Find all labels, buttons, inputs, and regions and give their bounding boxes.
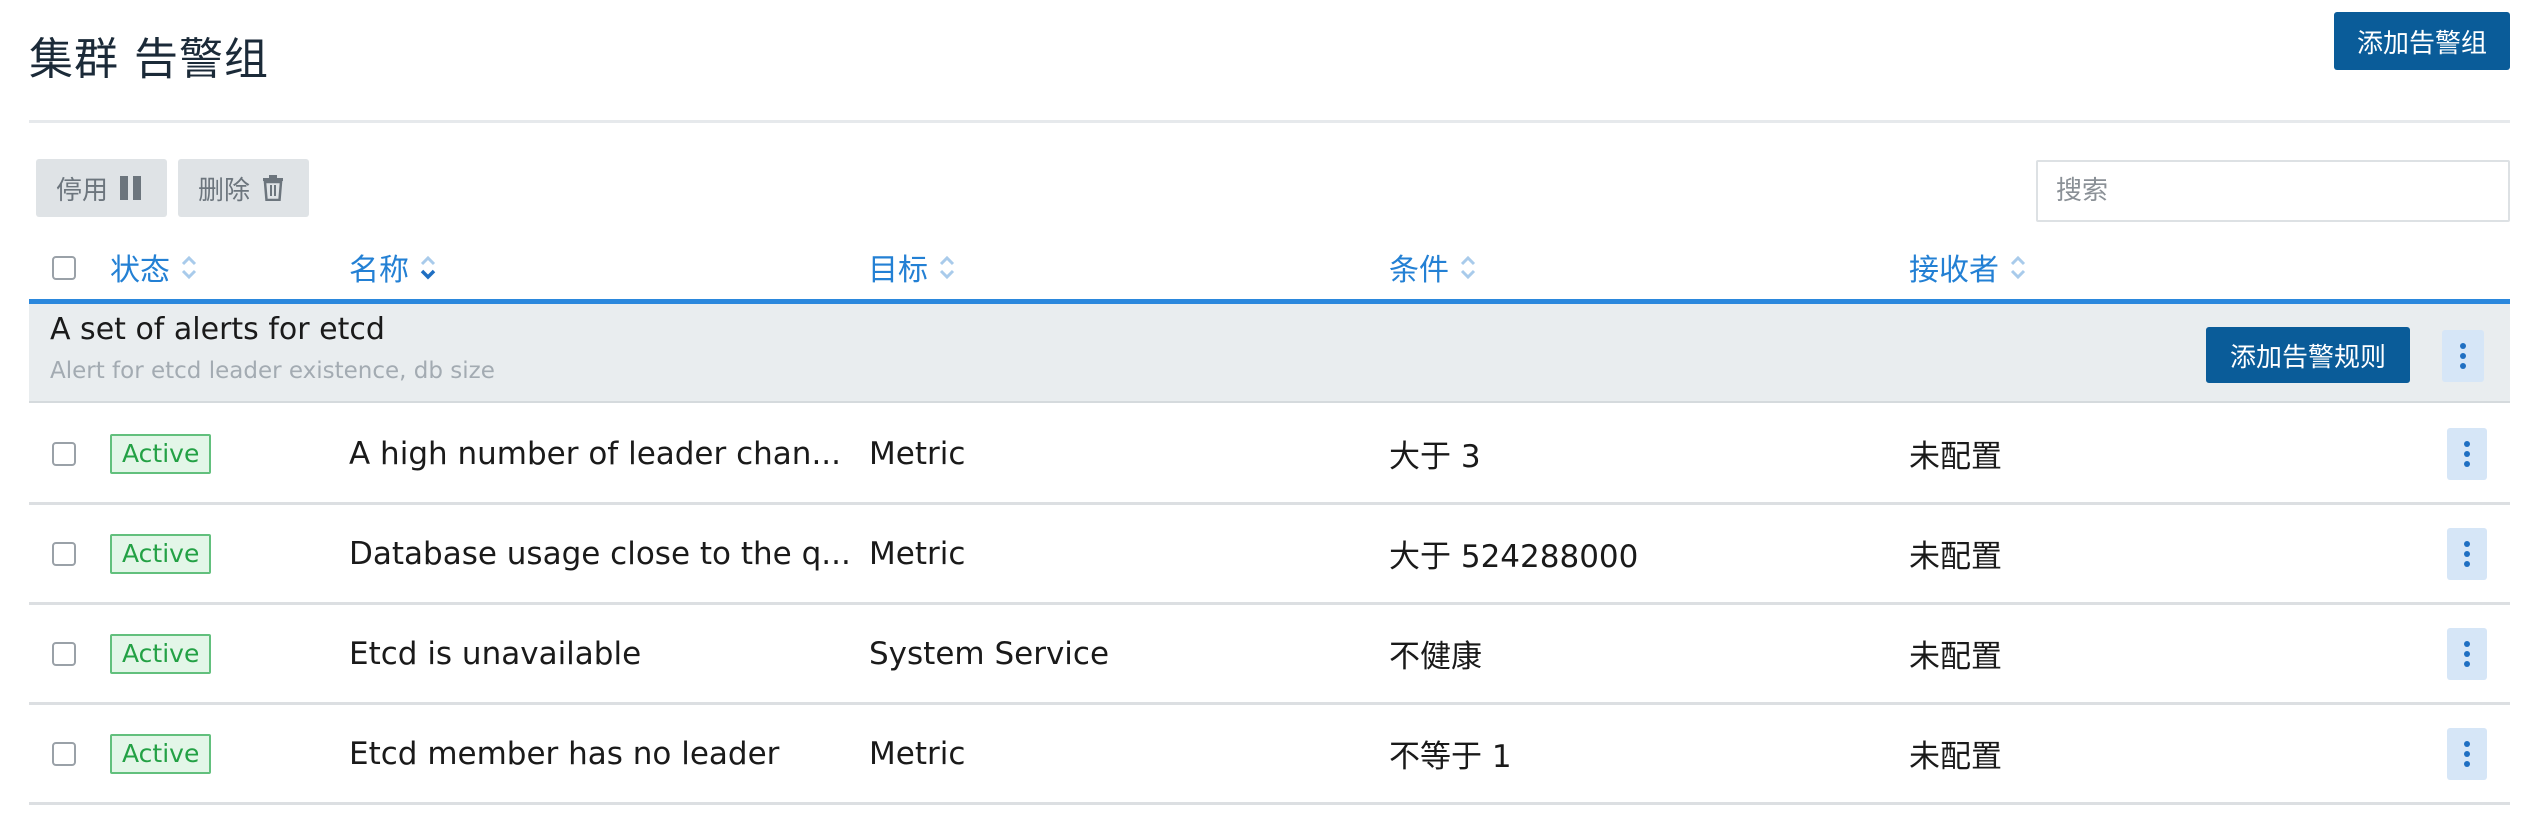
column-header-recipients[interactable]: 接收者 bbox=[1909, 246, 2027, 288]
table-row: Active Etcd is unavailable System Servic… bbox=[29, 605, 2510, 705]
add-alert-rule-button[interactable]: 添加告警规则 bbox=[2206, 327, 2410, 383]
table-row: Active A high number of leader chan... M… bbox=[29, 405, 2510, 505]
column-header-state[interactable]: 状态 bbox=[110, 246, 198, 288]
alert-target: System Service bbox=[869, 635, 1110, 672]
alert-target: Metric bbox=[869, 435, 966, 472]
status-badge: Active bbox=[110, 433, 212, 474]
alert-name: A high number of leader chan... bbox=[349, 435, 842, 472]
column-label-condition: 条件 bbox=[1389, 253, 1449, 288]
alert-target: Metric bbox=[869, 535, 966, 572]
alert-condition: 不等于 1 bbox=[1389, 739, 1512, 775]
delete-button-label: 删除 bbox=[198, 175, 251, 206]
row-actions-menu-button[interactable] bbox=[2447, 528, 2487, 580]
row-checkbox[interactable] bbox=[52, 442, 76, 466]
row-actions-menu-button[interactable] bbox=[2447, 628, 2487, 680]
column-label-target: 目标 bbox=[868, 253, 928, 288]
column-label-state: 状态 bbox=[110, 253, 170, 288]
page-title: 集群 告警组 bbox=[29, 34, 269, 85]
alert-condition: 大于 3 bbox=[1389, 439, 1481, 475]
row-checkbox[interactable] bbox=[52, 642, 76, 666]
status-badge: Active bbox=[110, 533, 212, 574]
header-divider bbox=[29, 120, 2510, 123]
pause-icon bbox=[120, 176, 142, 200]
status-badge: Active bbox=[110, 733, 212, 774]
search-input[interactable] bbox=[2036, 160, 2510, 222]
column-header-name[interactable]: 名称 bbox=[349, 246, 437, 288]
row-checkbox[interactable] bbox=[52, 742, 76, 766]
sort-icon bbox=[939, 255, 955, 280]
table-row: Active Etcd member has no leader Metric … bbox=[29, 705, 2510, 805]
alert-name: Etcd member has no leader bbox=[349, 735, 780, 772]
add-alert-group-button[interactable]: 添加告警组 bbox=[2334, 12, 2510, 70]
alert-groups-page: 集群 告警组 添加告警组 停用 删除 状态 名称 目标 条件 接收者 bbox=[0, 0, 2524, 834]
row-checkbox[interactable] bbox=[52, 542, 76, 566]
alert-condition: 不健康 bbox=[1389, 639, 1482, 675]
alert-recipients: 未配置 bbox=[1909, 539, 2002, 575]
alert-recipients: 未配置 bbox=[1909, 739, 2002, 775]
sort-icon bbox=[181, 255, 197, 280]
column-header-target[interactable]: 目标 bbox=[868, 246, 956, 288]
pause-button-label: 停用 bbox=[56, 175, 109, 206]
trash-icon bbox=[263, 175, 284, 201]
pause-button[interactable]: 停用 bbox=[36, 159, 167, 217]
group-title: A set of alerts for etcd bbox=[50, 312, 385, 347]
alert-name: Etcd is unavailable bbox=[349, 635, 642, 672]
alert-target: Metric bbox=[869, 735, 966, 772]
group-actions-menu-button[interactable] bbox=[2442, 330, 2484, 382]
alert-name: Database usage close to the q... bbox=[349, 535, 851, 572]
alert-recipients: 未配置 bbox=[1909, 439, 2002, 475]
column-label-recipients: 接收者 bbox=[1909, 253, 1999, 288]
group-description: Alert for etcd leader existence, db size bbox=[50, 358, 495, 384]
select-all-checkbox[interactable] bbox=[52, 256, 76, 280]
delete-button[interactable]: 删除 bbox=[178, 159, 309, 217]
sort-desc-icon bbox=[420, 255, 436, 280]
status-badge: Active bbox=[110, 633, 212, 674]
sort-icon bbox=[1460, 255, 1476, 280]
alert-group-row: A set of alerts for etcd Alert for etcd … bbox=[29, 304, 2510, 403]
row-actions-menu-button[interactable] bbox=[2447, 728, 2487, 780]
table-row: Active Database usage close to the q... … bbox=[29, 505, 2510, 605]
row-actions-menu-button[interactable] bbox=[2447, 428, 2487, 480]
sort-icon bbox=[2010, 255, 2026, 280]
alert-condition: 大于 524288000 bbox=[1389, 539, 1639, 575]
column-label-name: 名称 bbox=[349, 253, 409, 288]
alert-recipients: 未配置 bbox=[1909, 639, 2002, 675]
column-header-condition[interactable]: 条件 bbox=[1389, 246, 1477, 288]
